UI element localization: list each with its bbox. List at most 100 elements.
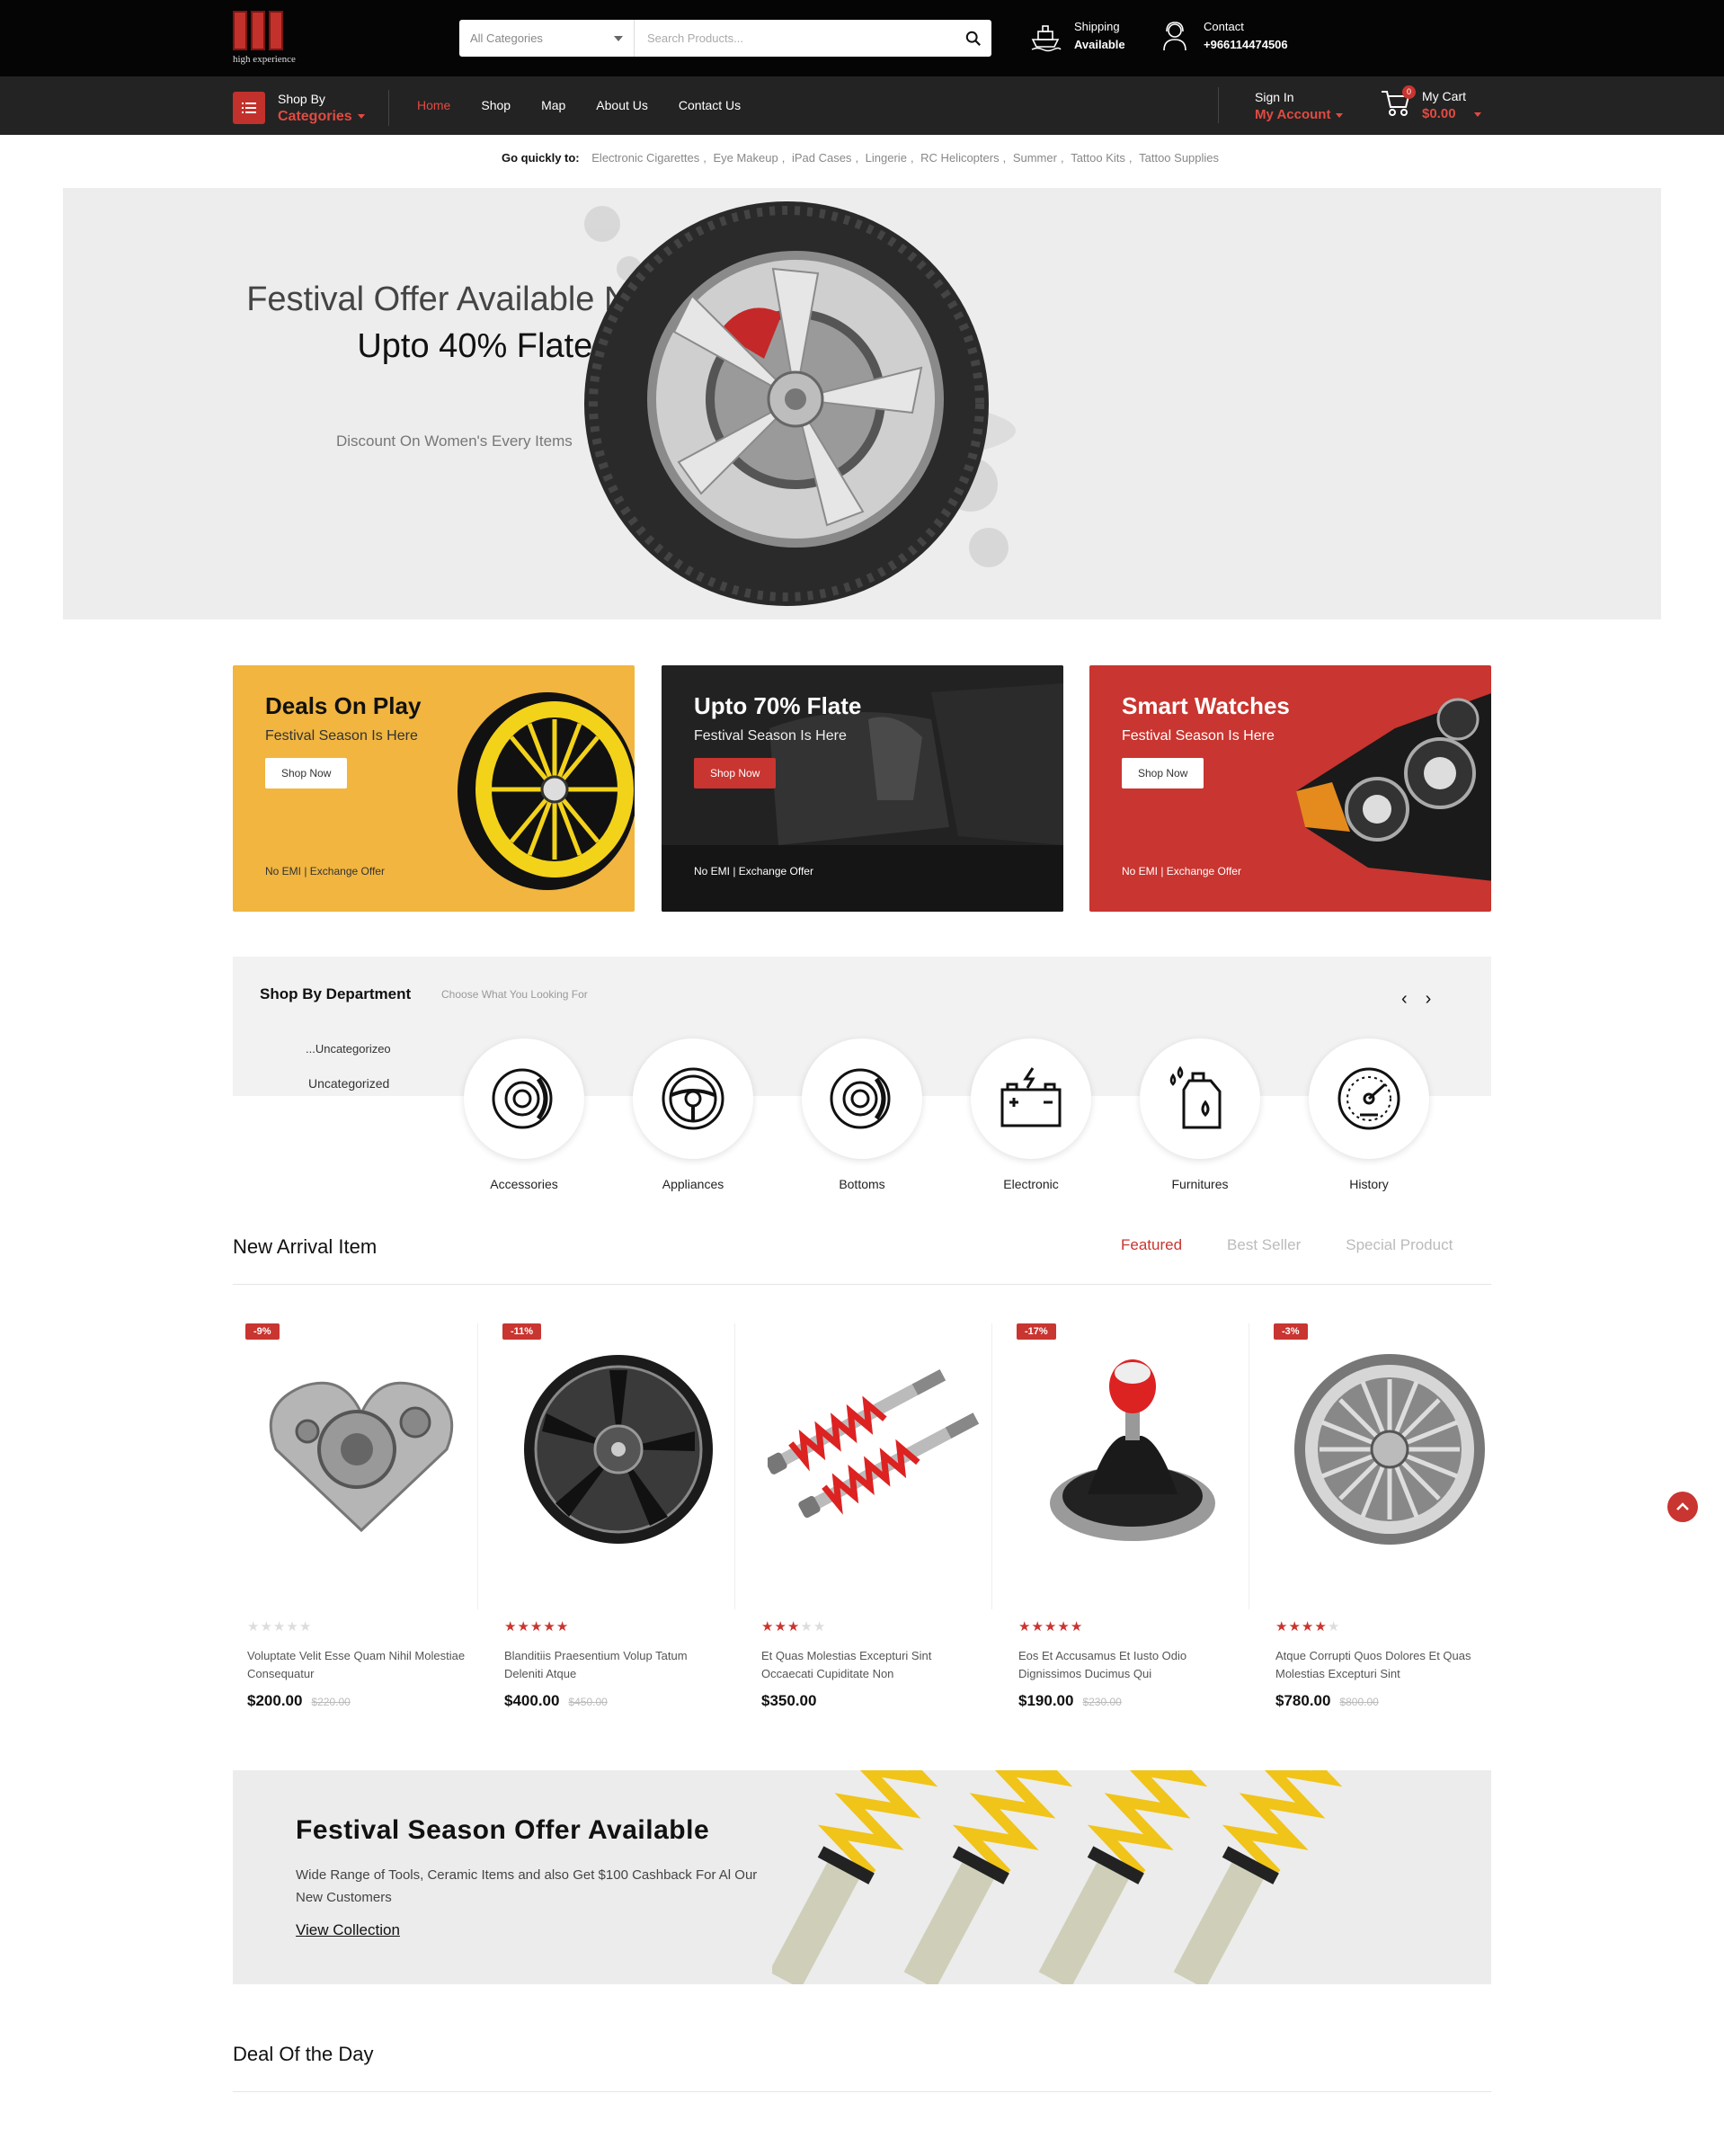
hero-caption: Discount On Women's Every Items	[336, 432, 573, 450]
category-item-furnitures[interactable]: Furnitures	[1140, 1038, 1260, 1191]
department-subtitle: Choose What You Looking For	[441, 988, 588, 1001]
divider	[734, 1323, 735, 1609]
section-title: New Arrival Item	[233, 1235, 378, 1258]
tab-featured[interactable]: Featured	[1121, 1236, 1182, 1254]
chevron-left-icon[interactable]: ‹	[1401, 989, 1408, 1010]
product-price: $400.00	[504, 1692, 560, 1709]
shop-by-label: Shop By	[278, 92, 325, 106]
account-menu[interactable]: Sign In My Account	[1255, 89, 1344, 123]
menu-item-map[interactable]: Map	[541, 97, 565, 113]
product-name[interactable]: Voluptate Velit Esse Quam Nihil Molestia…	[247, 1647, 472, 1683]
star-icon: ★	[298, 1619, 313, 1635]
tab-special-product[interactable]: Special Product	[1346, 1236, 1453, 1254]
star-icon: ★	[1044, 1619, 1058, 1635]
chevron-up-icon	[1676, 1502, 1689, 1510]
star-icon: ★	[1070, 1619, 1084, 1635]
shop-now-button[interactable]: Shop Now	[1122, 758, 1204, 788]
star-icon: ★	[272, 1619, 287, 1635]
quick-link[interactable]: Eye Makeup	[713, 151, 778, 165]
cart-icon: 0	[1381, 85, 1416, 122]
product-price: $190.00	[1018, 1692, 1074, 1709]
category-item-uncategorized[interactable]: Uncategorized	[308, 1076, 389, 1091]
star-icon: ★	[543, 1619, 556, 1635]
discount-badge: -11%	[502, 1323, 542, 1340]
brake-disc-icon	[830, 1068, 891, 1129]
promo-footer: No EMI | Exchange Offer	[1122, 865, 1241, 878]
view-collection-link[interactable]: View Collection	[296, 1921, 400, 1939]
product-card[interactable]: -11% ★★★★★ Blanditiis Praesentium Volup …	[490, 1323, 747, 1709]
category-image-alt: ...Uncategorizeo	[306, 1042, 391, 1056]
festival-description: Wide Range of Tools, Ceramic Items and a…	[296, 1867, 758, 1905]
category-label: Furnitures	[1171, 1177, 1229, 1191]
product-card[interactable]: -3% ★★★★★ Atque Corrupti Quos Dolores Et…	[1261, 1323, 1518, 1709]
quick-link[interactable]: Tattoo Kits	[1071, 151, 1125, 165]
category-select[interactable]: All Categories	[459, 20, 635, 57]
category-item-appliances[interactable]: Appliances	[633, 1038, 753, 1191]
product-name[interactable]: Atque Corrupti Quos Dolores Et Quas Mole…	[1275, 1647, 1500, 1683]
product-card[interactable]: -9% ★★★★★ Voluptate Velit Esse Quam Nihi…	[233, 1323, 490, 1709]
scroll-to-top-button[interactable]	[1667, 1492, 1698, 1522]
chevron-down-icon	[1473, 111, 1481, 117]
divider	[477, 1323, 478, 1609]
product-image[interactable]	[1261, 1341, 1518, 1557]
shop-now-button[interactable]: Shop Now	[694, 758, 777, 788]
star-icon: ★	[1288, 1619, 1302, 1635]
star-icon: ★	[813, 1619, 827, 1635]
menu-item-contact-us[interactable]: Contact Us	[679, 97, 741, 113]
product-card[interactable]: -17% ★★★★★ Eos Et Accusamus Et Iusto Odi…	[1004, 1323, 1261, 1709]
product-image[interactable]	[1004, 1341, 1261, 1557]
product-name[interactable]: Et Quas Molestias Excepturi Sint Occaeca…	[761, 1647, 986, 1683]
category-item-electronic[interactable]: Electronic	[971, 1038, 1091, 1191]
shop-now-button[interactable]: Shop Now	[265, 758, 348, 788]
quick-link[interactable]: Tattoo Supplies	[1139, 151, 1219, 165]
promo-banner-deals[interactable]: Deals On Play Festival Season Is Here Sh…	[233, 665, 635, 912]
product-name[interactable]: Blanditiis Praesentium Volup Tatum Delen…	[504, 1647, 729, 1683]
promo-subtitle: Festival Season Is Here	[1122, 728, 1275, 744]
category-item-accessories[interactable]: Accessories	[464, 1038, 584, 1191]
cart-button[interactable]: 0 My Cart $0.00	[1381, 85, 1481, 122]
department-title: Shop By Department	[260, 985, 412, 1002]
product-card[interactable]: ★★★★★ Et Quas Molestias Excepturi Sint O…	[747, 1323, 1004, 1709]
product-image[interactable]	[233, 1341, 490, 1557]
hero-slider[interactable]: Festival Offer Available Now Upto 40% Fl…	[63, 188, 1661, 619]
contact-phone[interactable]: +966114474506	[1204, 38, 1288, 51]
rim-image	[458, 692, 635, 890]
shop-by-categories[interactable]: Shop By Categories	[233, 90, 389, 126]
shipping-info: Shipping Available	[1029, 18, 1125, 54]
promo-title: Upto 70% Flate	[694, 692, 862, 719]
tab-best-seller[interactable]: Best Seller	[1227, 1236, 1301, 1254]
menu-item-shop[interactable]: Shop	[481, 97, 511, 113]
chevron-right-icon[interactable]: ›	[1426, 989, 1432, 1010]
promo-subtitle: Festival Season Is Here	[694, 728, 847, 744]
product-tabs: Featured Best Seller Special Product	[1121, 1236, 1453, 1254]
site-logo[interactable]: high experience	[233, 11, 305, 67]
categories-label: Categories	[278, 109, 352, 124]
promo-banner-watches[interactable]: Smart Watches Festival Season Is Here Sh…	[1089, 665, 1491, 912]
festival-title: Festival Season Offer Available	[296, 1815, 710, 1845]
oil-can-icon	[1169, 1065, 1222, 1129]
menu-item-about-us[interactable]: About Us	[596, 97, 648, 113]
quick-link[interactable]: Electronic Cigarettes	[591, 151, 699, 165]
promo-banner-flate[interactable]: Upto 70% Flate Festival Season Is Here S…	[662, 665, 1063, 912]
promo-footer: No EMI | Exchange Offer	[265, 865, 385, 878]
search-bar: All Categories Search Products...	[459, 20, 991, 57]
product-name[interactable]: Eos Et Accusamus Et Iusto Odio Dignissim…	[1018, 1647, 1243, 1683]
quick-links-label: Go quickly to:	[501, 151, 580, 165]
chevron-down-icon	[1336, 112, 1344, 118]
quick-link[interactable]: RC Helicopters	[920, 151, 999, 165]
product-image[interactable]	[747, 1341, 1004, 1557]
star-icon: ★	[517, 1619, 530, 1635]
search-input[interactable]: Search Products...	[635, 31, 955, 45]
category-item-bottoms[interactable]: Bottoms	[802, 1038, 922, 1191]
search-button[interactable]	[955, 20, 991, 57]
contact-label: Contact	[1204, 20, 1244, 33]
quick-link[interactable]: iPad Cases	[792, 151, 851, 165]
category-item-history[interactable]: History	[1309, 1038, 1429, 1191]
quick-link[interactable]: Lingerie	[866, 151, 907, 165]
product-image[interactable]	[490, 1341, 747, 1557]
support-agent-icon	[1163, 22, 1186, 51]
quick-link[interactable]: Summer	[1013, 151, 1057, 165]
category-label: Accessories	[490, 1177, 558, 1191]
logo-mark	[233, 11, 305, 50]
menu-item-home[interactable]: Home	[417, 97, 450, 113]
